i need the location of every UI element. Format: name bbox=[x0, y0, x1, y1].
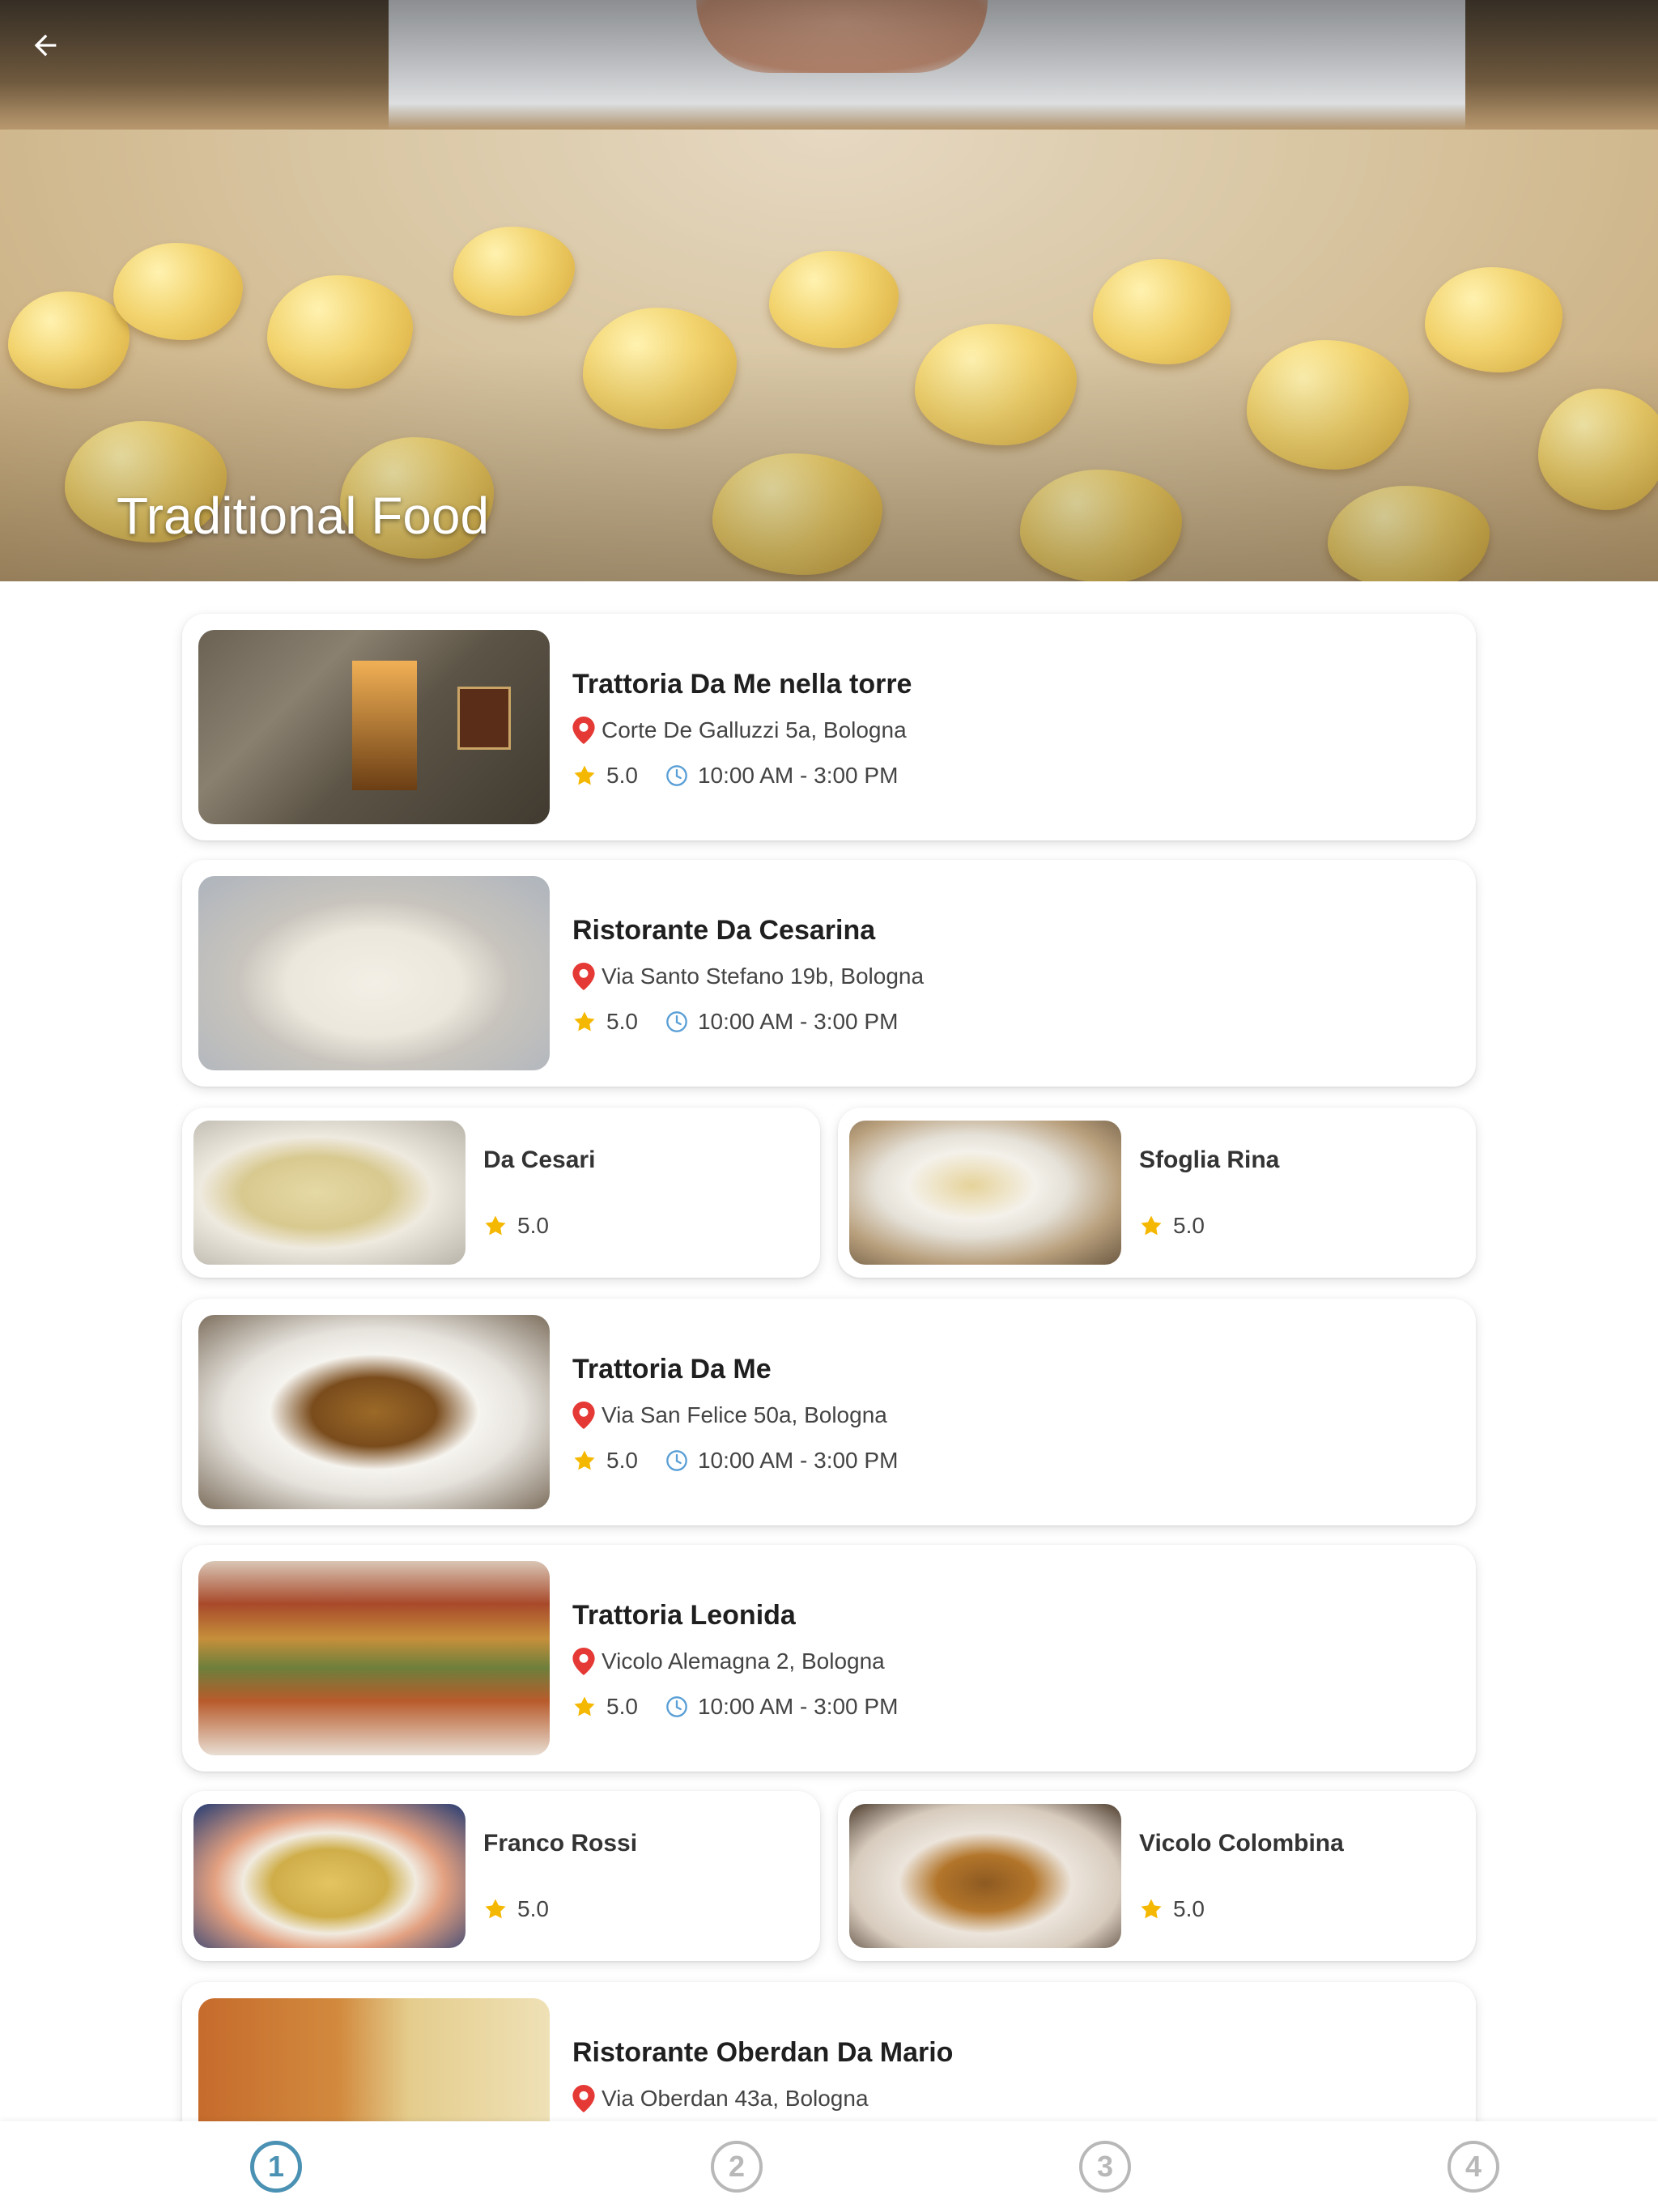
restaurant-rating: 5.0 bbox=[606, 1009, 638, 1034]
restaurant-name: Trattoria Da Me nella torre bbox=[572, 669, 912, 700]
meta-row: 5.0 10:00 AM - 3:00 PM bbox=[572, 759, 898, 792]
restaurant-rating: 5.0 bbox=[517, 1896, 549, 1921]
star-icon bbox=[574, 765, 595, 785]
restaurant-rating: 5.0 bbox=[606, 1448, 638, 1473]
rating-row: 5.0 bbox=[483, 1893, 549, 1925]
restaurant-card-compact[interactable]: Da Cesari 5.0 bbox=[182, 1108, 820, 1278]
restaurant-photo bbox=[193, 1804, 466, 1948]
restaurant-hours: 10:00 AM - 3:00 PM bbox=[697, 763, 899, 788]
clock-icon bbox=[666, 765, 687, 786]
restaurant-name: Trattoria Leonida bbox=[572, 1600, 796, 1631]
restaurant-rating: 5.0 bbox=[1173, 1213, 1205, 1238]
map-pin-icon bbox=[572, 963, 595, 990]
meta-row: 5.0 10:00 AM - 3:00 PM bbox=[572, 1006, 898, 1038]
nav-tab-3[interactable]: 3 bbox=[1079, 2141, 1131, 2193]
restaurant-address: Via San Felice 50a, Bologna bbox=[602, 1402, 887, 1427]
nav-tab-1[interactable]: 1 bbox=[250, 2141, 302, 2193]
restaurant-photo bbox=[198, 1315, 550, 1509]
map-pin-icon bbox=[572, 1648, 595, 1675]
bottom-navigation: 1 2 3 4 bbox=[0, 2121, 1658, 2212]
address-row: Via San Felice 50a, Bologna bbox=[572, 1399, 887, 1431]
star-icon bbox=[574, 1450, 595, 1470]
page-title: Traditional Food bbox=[117, 487, 490, 545]
address-row: Corte De Galluzzi 5a, Bologna bbox=[572, 714, 907, 747]
clock-icon bbox=[666, 1011, 687, 1032]
address-row: Via Oberdan 43a, Bologna bbox=[572, 2082, 869, 2115]
star-icon bbox=[1141, 1899, 1162, 1919]
star-icon bbox=[485, 1215, 506, 1236]
nav-tab-2[interactable]: 2 bbox=[711, 2141, 763, 2193]
restaurant-hours: 10:00 AM - 3:00 PM bbox=[697, 1694, 899, 1719]
star-icon bbox=[574, 1011, 595, 1032]
nav-tab-4[interactable]: 4 bbox=[1448, 2141, 1499, 2193]
address-row: Vicolo Alemagna 2, Bologna bbox=[572, 1645, 885, 1678]
restaurant-rating: 5.0 bbox=[606, 1694, 638, 1719]
hero-banner: Traditional Food bbox=[0, 0, 1658, 581]
restaurant-photo bbox=[198, 876, 550, 1070]
map-pin-icon bbox=[572, 1402, 595, 1429]
rating-row: 5.0 bbox=[483, 1210, 549, 1242]
clock-icon bbox=[666, 1696, 687, 1717]
restaurant-address: Via Oberdan 43a, Bologna bbox=[602, 2086, 869, 2111]
restaurant-photo bbox=[198, 1561, 550, 1755]
restaurant-photo bbox=[193, 1121, 466, 1265]
restaurant-address: Vicolo Alemagna 2, Bologna bbox=[602, 1648, 885, 1674]
clock-icon bbox=[666, 1450, 687, 1471]
star-icon bbox=[485, 1899, 506, 1919]
star-icon bbox=[1141, 1215, 1162, 1236]
restaurant-name: Vicolo Colombina bbox=[1139, 1830, 1344, 1857]
restaurant-name: Ristorante Oberdan Da Mario bbox=[572, 2037, 954, 2068]
restaurant-name: Ristorante Da Cesarina bbox=[572, 915, 876, 946]
restaurant-card[interactable]: Ristorante Da Cesarina Via Santo Stefano… bbox=[182, 860, 1476, 1087]
photo-detail bbox=[352, 661, 417, 790]
map-pin-icon bbox=[572, 2085, 595, 2112]
restaurant-name: Franco Rossi bbox=[483, 1830, 638, 1857]
restaurant-card-compact[interactable]: Sfoglia Rina 5.0 bbox=[838, 1108, 1476, 1278]
back-button[interactable] bbox=[23, 23, 68, 68]
restaurant-name: Da Cesari bbox=[483, 1146, 596, 1173]
restaurant-rating: 5.0 bbox=[1173, 1896, 1205, 1921]
rating-row: 5.0 bbox=[1139, 1893, 1205, 1925]
restaurant-address: Via Santo Stefano 19b, Bologna bbox=[602, 963, 925, 989]
restaurant-name: Sfoglia Rina bbox=[1139, 1146, 1280, 1173]
arrow-left-icon bbox=[34, 34, 57, 57]
meta-row: 5.0 10:00 AM - 3:00 PM bbox=[572, 1691, 898, 1723]
restaurant-photo bbox=[198, 630, 550, 824]
restaurant-card[interactable]: Trattoria Leonida Vicolo Alemagna 2, Bol… bbox=[182, 1545, 1476, 1772]
restaurant-card[interactable]: Trattoria Da Me nella torre Corte De Gal… bbox=[182, 614, 1476, 840]
meta-row: 5.0 10:00 AM - 3:00 PM bbox=[572, 1444, 898, 1477]
restaurant-card-compact[interactable]: Vicolo Colombina 5.0 bbox=[838, 1791, 1476, 1961]
restaurant-card[interactable]: Trattoria Da Me Via San Felice 50a, Bolo… bbox=[182, 1299, 1476, 1525]
restaurant-photo bbox=[849, 1121, 1121, 1265]
restaurant-hours: 10:00 AM - 3:00 PM bbox=[697, 1448, 899, 1473]
restaurant-photo bbox=[849, 1804, 1121, 1948]
star-icon bbox=[574, 1696, 595, 1716]
restaurant-name: Trattoria Da Me bbox=[572, 1354, 772, 1385]
address-row: Via Santo Stefano 19b, Bologna bbox=[572, 960, 924, 993]
restaurant-card-compact[interactable]: Franco Rossi 5.0 bbox=[182, 1791, 820, 1961]
restaurant-rating: 5.0 bbox=[517, 1213, 549, 1238]
map-pin-icon bbox=[572, 717, 595, 744]
rating-row: 5.0 bbox=[1139, 1210, 1205, 1242]
photo-detail bbox=[457, 687, 511, 750]
restaurant-hours: 10:00 AM - 3:00 PM bbox=[697, 1009, 899, 1034]
restaurant-address: Corte De Galluzzi 5a, Bologna bbox=[602, 717, 907, 742]
restaurant-rating: 5.0 bbox=[606, 763, 638, 788]
